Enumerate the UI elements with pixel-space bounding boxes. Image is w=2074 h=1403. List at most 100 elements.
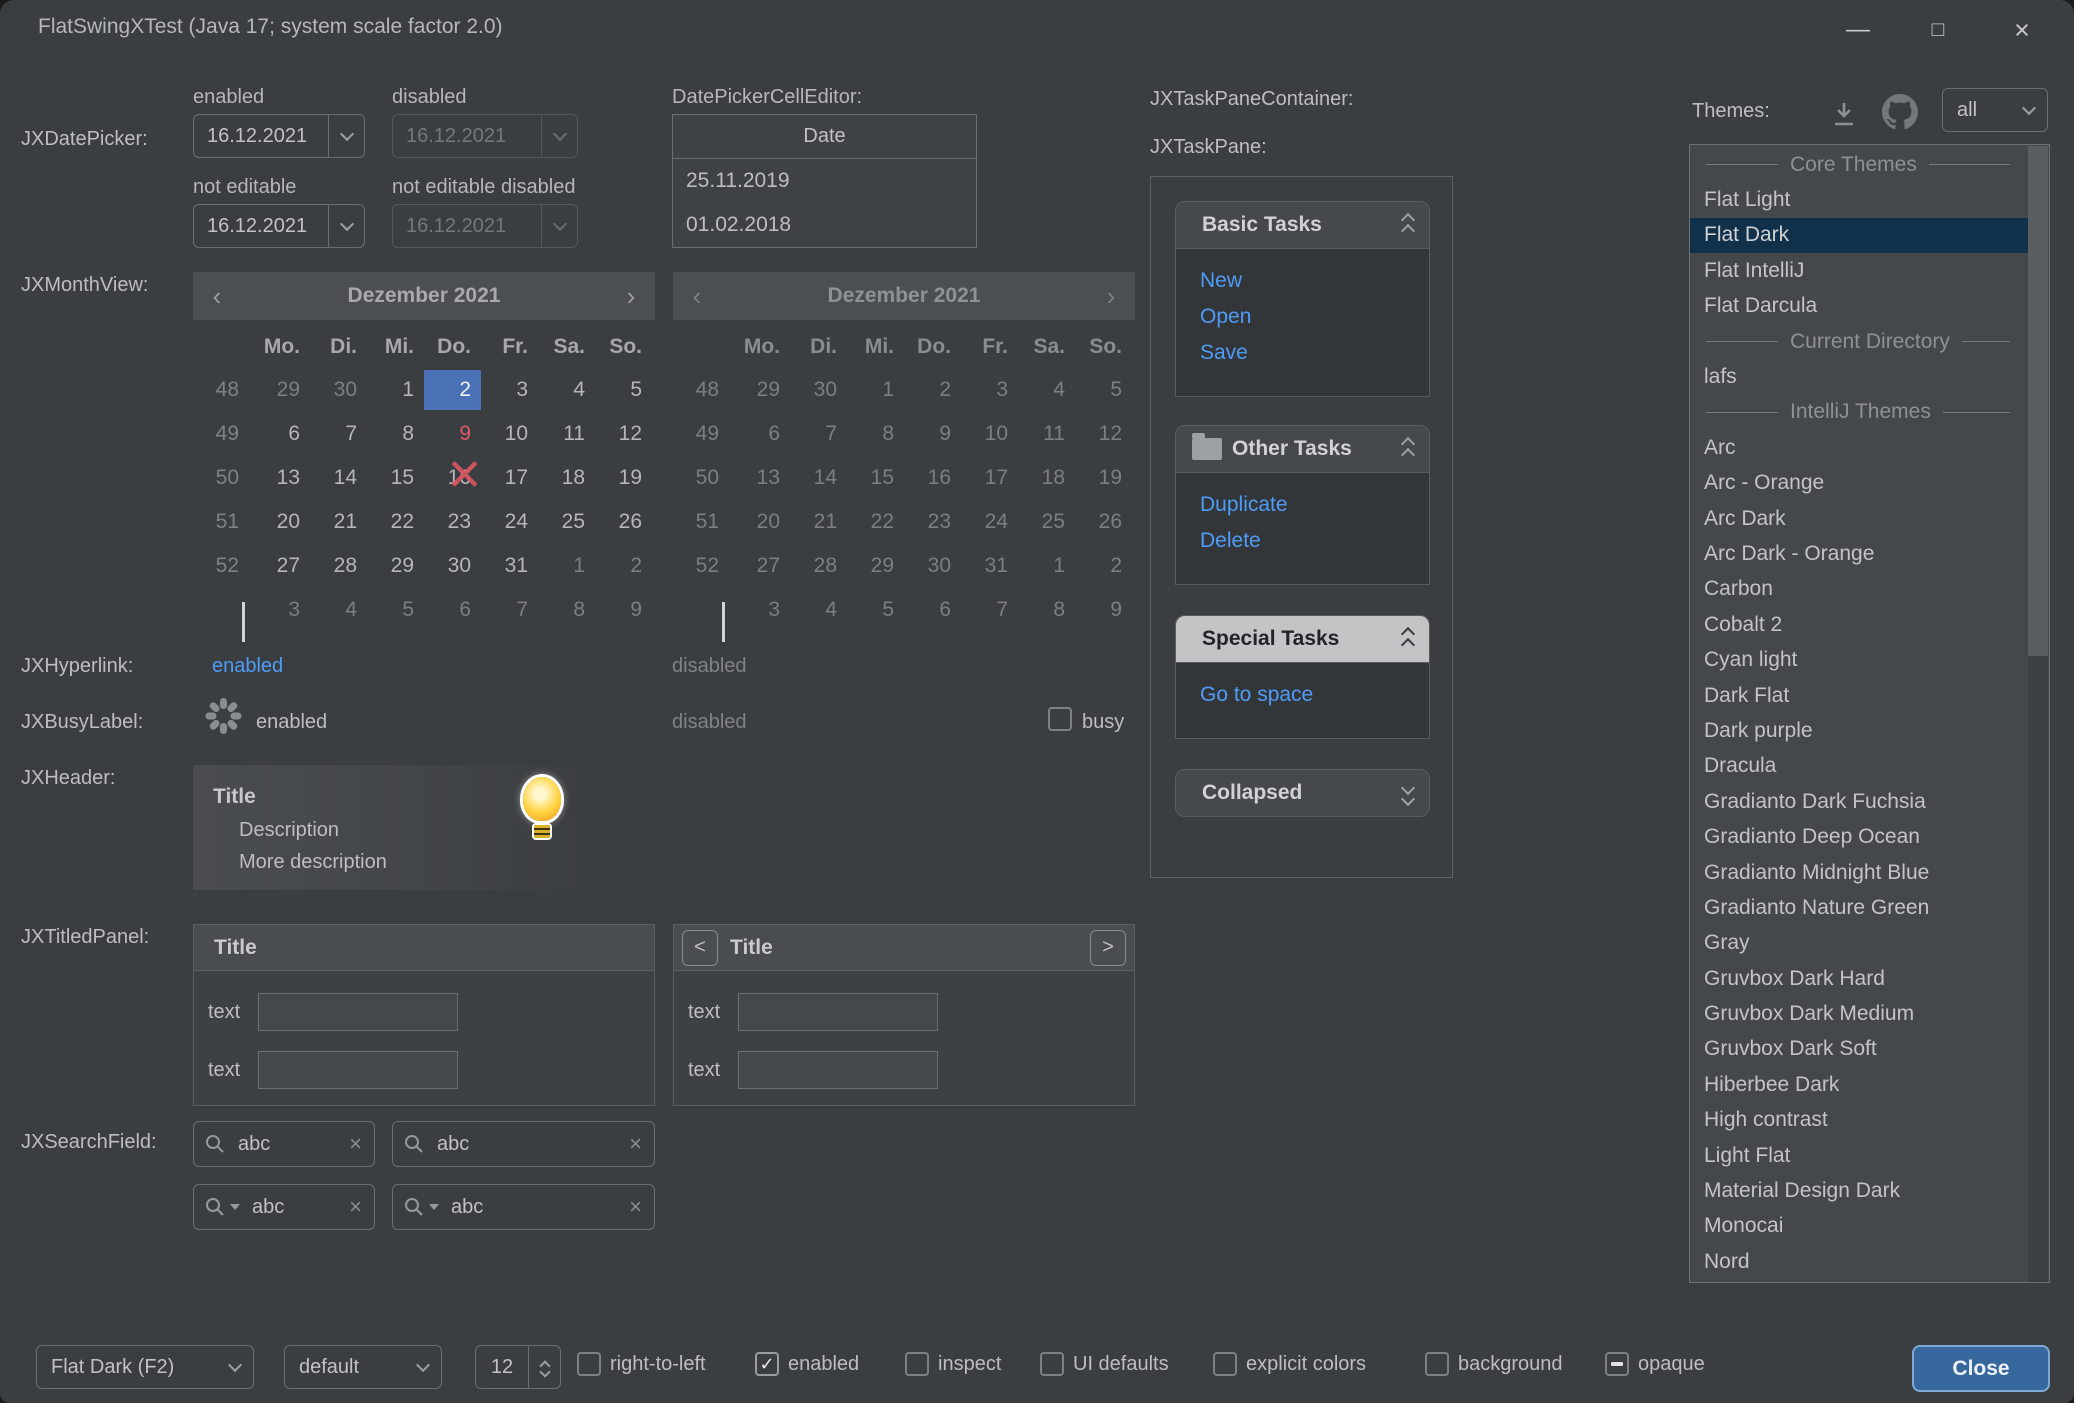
- collapse-chevron-icon[interactable]: [1403, 629, 1413, 650]
- expand-chevron-icon[interactable]: [1403, 783, 1413, 804]
- calendar-day[interactable]: 9: [595, 590, 652, 630]
- theme-item[interactable]: Arc - Orange: [1690, 466, 2030, 501]
- calendar-day[interactable]: 24: [481, 502, 538, 542]
- datepicker-dropdown-button[interactable]: [328, 115, 364, 157]
- calendar-day[interactable]: 17: [481, 458, 538, 498]
- theme-item[interactable]: Carbon: [1690, 572, 2030, 607]
- search-field-with-menu[interactable]: abc ×: [193, 1184, 375, 1230]
- checkbox[interactable]: [577, 1352, 601, 1376]
- calendar-day[interactable]: 18: [538, 458, 595, 498]
- theme-item[interactable]: Gray: [1690, 926, 2030, 961]
- calendar-day[interactable]: 8: [367, 414, 424, 454]
- search-field[interactable]: abc ×: [392, 1121, 655, 1167]
- search-input[interactable]: abc: [445, 1196, 623, 1219]
- calendar-day[interactable]: 27: [253, 546, 310, 586]
- calendar-day[interactable]: 5: [367, 590, 424, 630]
- font-combo[interactable]: default: [284, 1345, 442, 1389]
- clear-icon[interactable]: ×: [349, 1131, 362, 1157]
- calendar-day[interactable]: 31: [481, 546, 538, 586]
- panel-next-button[interactable]: >: [1090, 930, 1126, 966]
- theme-item[interactable]: Monocai: [1690, 1209, 2030, 1244]
- text-input[interactable]: [738, 993, 938, 1031]
- search-input[interactable]: abc: [246, 1196, 343, 1219]
- search-field[interactable]: abc ×: [193, 1121, 375, 1167]
- calendar-day[interactable]: 28: [310, 546, 367, 586]
- laf-combo[interactable]: Flat Dark (F2): [36, 1345, 254, 1389]
- theme-item[interactable]: Cobalt 2: [1690, 607, 2030, 642]
- calendar-day[interactable]: 1: [538, 546, 595, 586]
- checkbox[interactable]: [1040, 1352, 1064, 1376]
- theme-item[interactable]: lafs: [1690, 359, 2030, 394]
- theme-item[interactable]: Flat Darcula: [1690, 289, 2030, 324]
- clear-icon[interactable]: ×: [629, 1131, 642, 1157]
- datepicker-enabled[interactable]: 16.12.2021: [193, 114, 365, 158]
- theme-item[interactable]: Cyan light: [1690, 642, 2030, 677]
- scrollbar-track[interactable]: [2028, 146, 2048, 1283]
- checkbox[interactable]: [905, 1352, 929, 1376]
- calendar-day[interactable]: 7: [310, 414, 367, 454]
- calendar-day[interactable]: 22: [367, 502, 424, 542]
- clear-icon[interactable]: ×: [629, 1194, 642, 1220]
- themes-filter-combo[interactable]: all: [1942, 88, 2048, 132]
- search-field-with-menu[interactable]: abc ×: [392, 1184, 655, 1230]
- calendar-day[interactable]: 29: [367, 546, 424, 586]
- datepicker-value[interactable]: 16.12.2021: [194, 115, 328, 157]
- calendar-day[interactable]: 4: [538, 370, 595, 410]
- calendar-day[interactable]: 13: [253, 458, 310, 498]
- calendar-day[interactable]: 8: [538, 590, 595, 630]
- maximize-button[interactable]: □: [1902, 0, 1974, 60]
- taskpane-header[interactable]: Other Tasks: [1175, 425, 1430, 473]
- theme-item[interactable]: Dark purple: [1690, 713, 2030, 748]
- search-input[interactable]: abc: [431, 1133, 623, 1156]
- minimize-button[interactable]: —: [1822, 0, 1894, 60]
- theme-item[interactable]: Gruvbox Dark Medium: [1690, 996, 2030, 1031]
- datepicker-not-editable[interactable]: 16.12.2021: [193, 204, 365, 248]
- checkbox[interactable]: [1605, 1352, 1629, 1376]
- calendar-day[interactable]: 10: [481, 414, 538, 454]
- theme-item[interactable]: Gruvbox Dark Hard: [1690, 961, 2030, 996]
- taskpane-header[interactable]: Basic Tasks: [1175, 201, 1430, 249]
- calendar-day[interactable]: 23: [424, 502, 481, 542]
- theme-item[interactable]: Light Flat: [1690, 1138, 2030, 1173]
- theme-item[interactable]: Nord: [1690, 1244, 2030, 1279]
- theme-item[interactable]: Gradianto Dark Fuchsia: [1690, 784, 2030, 819]
- clear-icon[interactable]: ×: [349, 1194, 362, 1220]
- calendar-day[interactable]: 21: [310, 502, 367, 542]
- theme-item[interactable]: High contrast: [1690, 1103, 2030, 1138]
- calendar-day[interactable]: 2: [595, 546, 652, 586]
- calendar-day[interactable]: 12: [595, 414, 652, 454]
- theme-item[interactable]: Gradianto Nature Green: [1690, 890, 2030, 925]
- calendar-day[interactable]: 29: [253, 370, 310, 410]
- calendar-day[interactable]: 3: [481, 370, 538, 410]
- text-input[interactable]: [258, 1051, 458, 1089]
- collapse-chevron-icon[interactable]: [1403, 439, 1413, 460]
- datepicker-dropdown-button[interactable]: [328, 205, 364, 247]
- calendar-day[interactable]: 26: [595, 502, 652, 542]
- collapse-chevron-icon[interactable]: [1403, 215, 1413, 236]
- taskpane-header[interactable]: Special Tasks: [1175, 615, 1430, 663]
- table-column-header[interactable]: Date: [673, 115, 976, 159]
- font-size-value[interactable]: 12: [476, 1346, 528, 1388]
- theme-item[interactable]: Dark Flat: [1690, 678, 2030, 713]
- close-button[interactable]: Close: [1912, 1345, 2050, 1392]
- task-link[interactable]: Duplicate: [1200, 487, 1429, 523]
- theme-item[interactable]: Arc: [1690, 430, 2030, 465]
- theme-item[interactable]: Gruvbox Dark Soft: [1690, 1032, 2030, 1067]
- theme-item[interactable]: Gradianto Deep Ocean: [1690, 819, 2030, 854]
- calendar-day[interactable]: 5: [595, 370, 652, 410]
- calendar-day[interactable]: 25: [538, 502, 595, 542]
- taskpane-header[interactable]: Collapsed: [1175, 769, 1430, 817]
- task-link[interactable]: Save: [1200, 335, 1429, 371]
- calendar-day[interactable]: 3: [253, 590, 310, 630]
- checkbox[interactable]: ✓: [755, 1352, 779, 1376]
- task-link[interactable]: Open: [1200, 299, 1429, 335]
- calendar-day[interactable]: 19: [595, 458, 652, 498]
- task-link[interactable]: Go to space: [1200, 677, 1429, 713]
- calendar-day[interactable]: 11: [538, 414, 595, 454]
- close-window-button[interactable]: ×: [1986, 0, 2058, 60]
- busy-checkbox[interactable]: [1048, 707, 1072, 731]
- table-row[interactable]: 25.11.2019: [673, 159, 976, 203]
- theme-item[interactable]: Material Design Dark: [1690, 1173, 2030, 1208]
- scrollbar-thumb[interactable]: [2028, 146, 2048, 656]
- search-menu-arrow-icon[interactable]: [429, 1204, 439, 1210]
